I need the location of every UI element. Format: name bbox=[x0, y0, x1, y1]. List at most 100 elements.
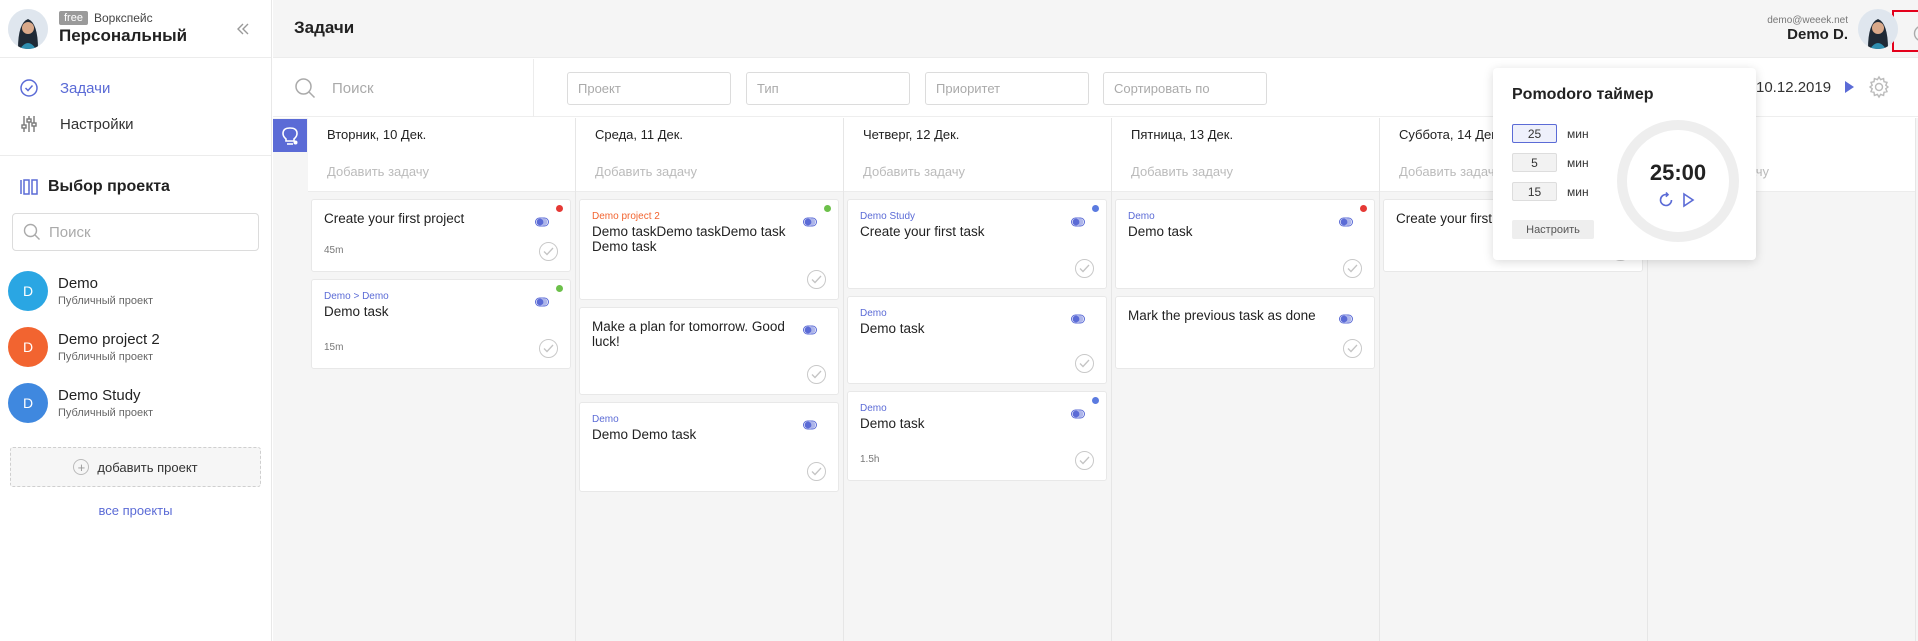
task-card[interactable]: Demo Demo Demo task bbox=[579, 402, 839, 492]
project-avatar: D bbox=[8, 327, 48, 367]
day-header: Пятница, 13 Дек. bbox=[1112, 118, 1379, 151]
play-icon[interactable] bbox=[1680, 192, 1696, 208]
complete-task-icon[interactable] bbox=[1075, 354, 1094, 373]
priority-dot bbox=[556, 205, 563, 212]
task-title: Demo task bbox=[324, 304, 389, 319]
task-time-estimate: 1.5h bbox=[860, 454, 880, 465]
task-toggle-icon[interactable] bbox=[1071, 409, 1085, 419]
task-search[interactable] bbox=[294, 59, 534, 117]
task-list: Demo Demo task Mark the previous task as d… bbox=[1112, 192, 1379, 369]
task-card[interactable]: Demo Study Create your first task bbox=[847, 199, 1107, 289]
reset-icon[interactable] bbox=[1658, 192, 1674, 208]
task-card[interactable]: Mark the previous task as done bbox=[1115, 296, 1375, 369]
task-project-path[interactable]: Demo > Demo bbox=[324, 291, 558, 302]
task-card[interactable]: Create your first project 45m bbox=[311, 199, 571, 272]
task-project-path[interactable]: Demo bbox=[592, 414, 826, 425]
task-toggle-icon[interactable] bbox=[1071, 314, 1085, 324]
task-time-estimate: 45m bbox=[324, 245, 344, 256]
short-break-input[interactable] bbox=[1512, 153, 1557, 172]
task-project-path[interactable]: Demo bbox=[1128, 211, 1362, 222]
workspace-label: Воркспейс bbox=[93, 11, 153, 25]
project-search-input[interactable] bbox=[49, 223, 229, 241]
task-title: Demo task bbox=[860, 321, 925, 336]
sliders-icon bbox=[18, 113, 40, 135]
project-name: Demo Study bbox=[58, 387, 141, 404]
complete-task-icon[interactable] bbox=[1075, 451, 1094, 470]
task-project-path[interactable]: Demo bbox=[860, 403, 1094, 414]
top-header: Задачи demo@weeek.net Demo D. bbox=[273, 0, 1918, 58]
task-toggle-icon[interactable] bbox=[1339, 217, 1353, 227]
nav-item-settings[interactable]: Настройки bbox=[0, 106, 271, 142]
task-card[interactable]: Demo Demo task bbox=[1115, 199, 1375, 289]
filter-project[interactable]: Проект bbox=[567, 72, 731, 105]
add-task-button[interactable]: Добавить задачу bbox=[576, 151, 843, 192]
all-projects-link[interactable]: все проекты bbox=[0, 503, 271, 518]
long-break-input[interactable] bbox=[1512, 182, 1557, 201]
complete-task-icon[interactable] bbox=[807, 462, 826, 481]
pomodoro-title: Pomodoro таймер bbox=[1512, 86, 1654, 103]
project-name: Demo project 2 bbox=[58, 331, 160, 348]
workspace-header[interactable]: free Воркспейс Персональный bbox=[0, 0, 271, 58]
filter-priority[interactable]: Приоритет bbox=[925, 72, 1089, 105]
priority-dot bbox=[1092, 397, 1099, 404]
add-task-button[interactable]: Добавить задачу bbox=[1112, 151, 1379, 192]
configure-button[interactable]: Настроить bbox=[1512, 220, 1594, 239]
task-toggle-icon[interactable] bbox=[1071, 217, 1085, 227]
task-card[interactable]: Make a plan for tomorrow. Good luck! bbox=[579, 307, 839, 395]
project-picker-title-text: Выбор проекта bbox=[48, 178, 170, 195]
workspace-avatar bbox=[8, 8, 48, 49]
nav-item-tasks[interactable]: Задачи bbox=[0, 70, 271, 106]
task-title: Create your first task bbox=[860, 224, 985, 239]
filter-sort[interactable]: Сортировать по bbox=[1103, 72, 1267, 105]
task-title: Mark the previous task as done bbox=[1128, 308, 1316, 323]
tips-button[interactable] bbox=[273, 119, 307, 152]
gear-icon[interactable] bbox=[1867, 75, 1891, 99]
priority-dot bbox=[1092, 205, 1099, 212]
project-item-demo-project-2[interactable]: D Demo project 2 Публичный проект bbox=[0, 319, 271, 375]
task-project-path[interactable]: Demo bbox=[860, 308, 1094, 319]
task-title: Create your first project bbox=[324, 211, 465, 226]
task-toggle-icon[interactable] bbox=[803, 325, 817, 335]
task-search-input[interactable] bbox=[332, 79, 482, 97]
task-toggle-icon[interactable] bbox=[535, 297, 549, 307]
collapse-sidebar-button[interactable] bbox=[233, 19, 253, 39]
complete-task-icon[interactable] bbox=[807, 270, 826, 289]
task-toggle-icon[interactable] bbox=[803, 420, 817, 430]
add-project-button[interactable]: + добавить проект bbox=[10, 447, 261, 487]
task-card[interactable]: Demo project 2 Demo taskDemo taskDemo tas… bbox=[579, 199, 839, 300]
complete-task-icon[interactable] bbox=[1343, 339, 1362, 358]
next-period-icon[interactable] bbox=[1841, 79, 1857, 95]
complete-task-icon[interactable] bbox=[1343, 259, 1362, 278]
complete-task-icon[interactable] bbox=[807, 365, 826, 384]
task-project-path[interactable]: Demo project 2 bbox=[592, 211, 826, 222]
project-search[interactable] bbox=[12, 213, 259, 251]
project-item-demo-study[interactable]: D Demo Study Публичный проект bbox=[0, 375, 271, 431]
task-project-path[interactable]: Demo Study bbox=[860, 211, 1094, 222]
current-date[interactable]: 10.12.2019 bbox=[1756, 79, 1831, 96]
day-column: Среда, 11 Дек. Добавить задачу Demo projec… bbox=[576, 118, 844, 641]
pomodoro-long-break-row: мин bbox=[1512, 182, 1589, 201]
add-task-button[interactable]: Добавить задачу bbox=[844, 151, 1111, 192]
user-name: Demo D. bbox=[1787, 26, 1848, 43]
complete-task-icon[interactable] bbox=[1075, 259, 1094, 278]
task-toggle-icon[interactable] bbox=[1339, 314, 1353, 324]
complete-task-icon[interactable] bbox=[539, 339, 558, 358]
user-menu[interactable]: demo@weeek.net Demo D. bbox=[1767, 0, 1918, 58]
add-task-button[interactable]: Добавить задачу bbox=[308, 151, 575, 192]
task-card[interactable]: Demo Demo task bbox=[847, 296, 1107, 384]
user-avatar[interactable] bbox=[1858, 9, 1898, 49]
plus-circle-icon: + bbox=[73, 459, 90, 475]
task-list: Create your first project 45m Demo > Demo D… bbox=[308, 192, 575, 369]
task-card[interactable]: Demo > Demo Demo task 15m bbox=[311, 279, 571, 369]
divider bbox=[0, 155, 271, 156]
project-avatar: D bbox=[8, 383, 48, 423]
complete-task-icon[interactable] bbox=[539, 242, 558, 261]
task-title: Demo taskDemo taskDemo task Demo task bbox=[592, 224, 786, 254]
task-card[interactable]: Demo Demo task 1.5h bbox=[847, 391, 1107, 481]
work-duration-input[interactable] bbox=[1512, 124, 1557, 143]
task-toggle-icon[interactable] bbox=[535, 217, 549, 227]
task-toggle-icon[interactable] bbox=[803, 217, 817, 227]
filter-type[interactable]: Тип bbox=[746, 72, 910, 105]
project-item-demo[interactable]: D Demo Публичный проект bbox=[0, 263, 271, 319]
task-title: Demo Demo task bbox=[592, 427, 697, 442]
